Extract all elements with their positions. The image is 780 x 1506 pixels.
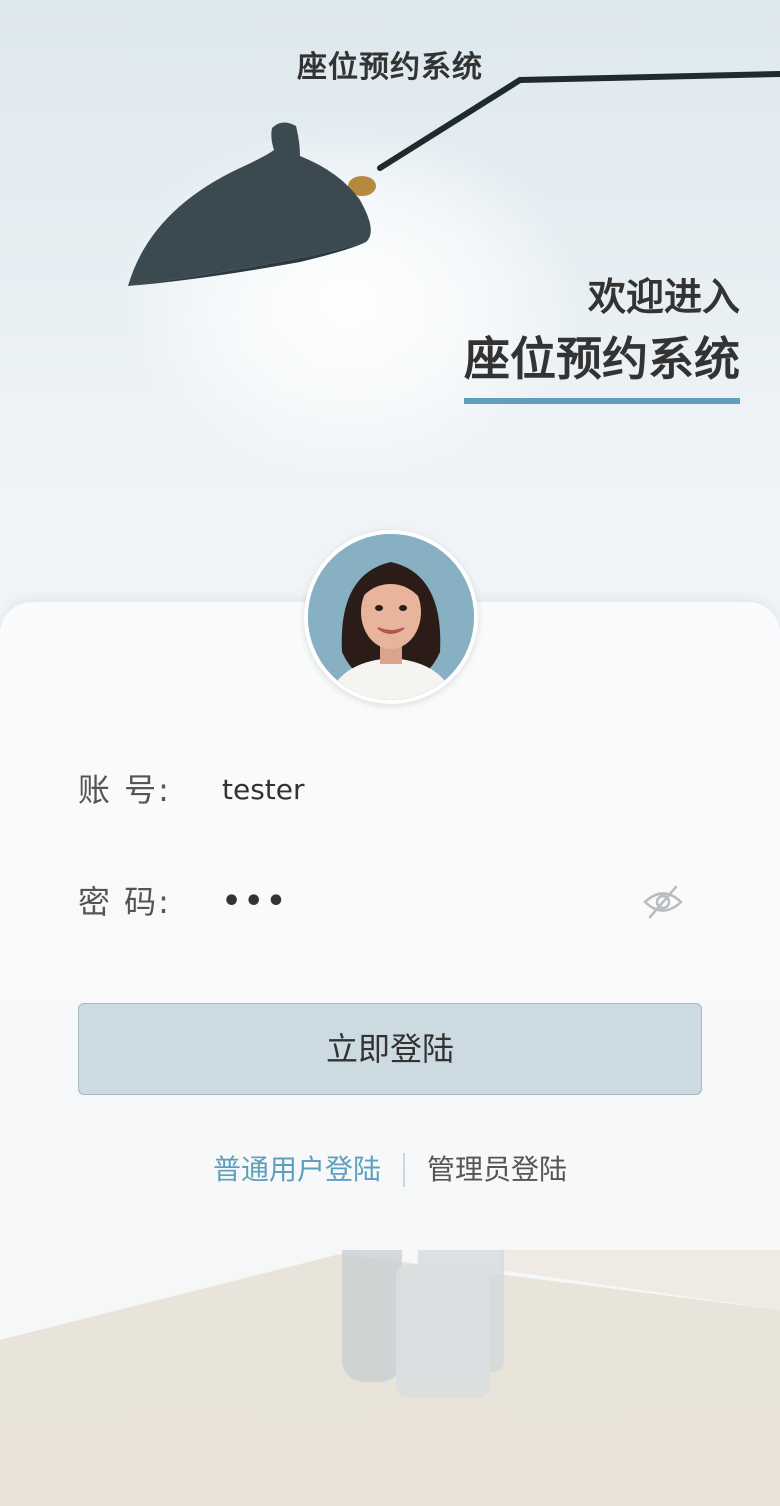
welcome-text: 欢迎进入 [587, 275, 740, 319]
app-title: 座位预约系统 [297, 50, 483, 85]
admin-login-link[interactable]: 管理员登陆 [427, 1147, 567, 1193]
password-label: 密 码: [78, 883, 171, 921]
login-button[interactable]: 立即登陆 [78, 1003, 702, 1095]
account-input[interactable]: tester [202, 749, 702, 831]
user-avatar-icon [308, 534, 474, 700]
avatar [304, 530, 478, 704]
account-input-value: tester [222, 773, 305, 806]
account-label: 账 号: [78, 771, 171, 809]
password-input[interactable]: ••• [202, 861, 702, 943]
password-input-value: ••• [222, 884, 289, 919]
welcome-block: 欢迎进入 座位预约系统 [464, 272, 740, 404]
welcome-system-name: 座位预约系统 [464, 328, 740, 404]
eye-hidden-icon[interactable] [642, 881, 684, 923]
password-row: 密 码: ••• [78, 861, 702, 943]
login-mode-switch: 普通用户登陆 管理员登陆 [0, 1146, 780, 1193]
table-vase-decoration [0, 1250, 780, 1506]
account-row: 账 号: tester [78, 749, 702, 831]
user-login-link[interactable]: 普通用户登陆 [213, 1147, 381, 1193]
mode-divider [403, 1153, 405, 1187]
